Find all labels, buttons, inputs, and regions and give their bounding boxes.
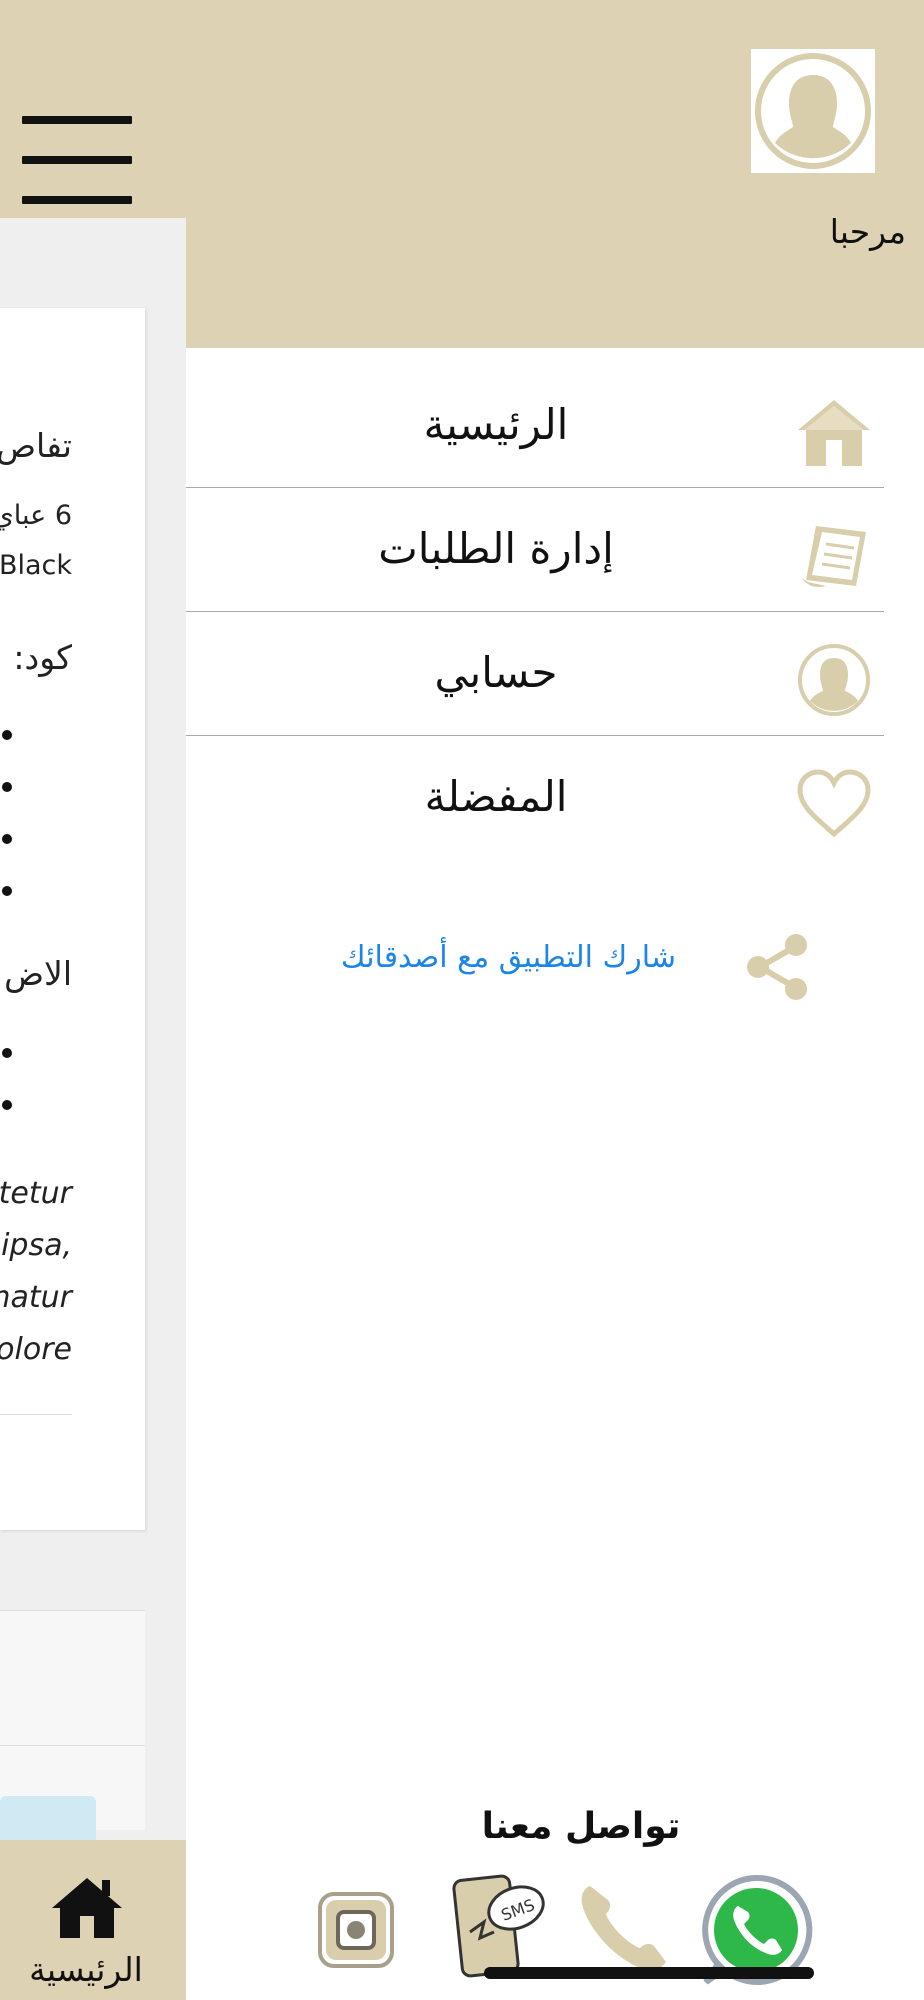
share-app-label[interactable]: شارك التطبيق مع أصدقائك bbox=[246, 940, 676, 975]
instagram-icon bbox=[318, 1892, 394, 1968]
list-bullet bbox=[2, 1048, 12, 1058]
background-header bbox=[0, 0, 186, 218]
account-icon bbox=[798, 644, 870, 716]
list-bullet bbox=[2, 886, 12, 896]
share-icon bbox=[747, 934, 807, 1000]
hamburger-menu-icon[interactable] bbox=[22, 112, 134, 212]
tab-home-label[interactable]: الرئيسية bbox=[0, 1950, 172, 1989]
avatar[interactable] bbox=[751, 49, 875, 173]
greeting-text: مرحبا bbox=[829, 212, 906, 251]
list-bullet bbox=[2, 730, 12, 740]
details-extras-label: الاض bbox=[4, 954, 72, 993]
background-page: تفاص 6 عباي Black كود: الاض tetur ipsa, … bbox=[0, 0, 186, 2000]
menu-item-favorites[interactable]: المفضلة bbox=[186, 736, 884, 860]
product-details-card: تفاص 6 عباي Black كود: الاض tetur ipsa, … bbox=[0, 308, 145, 1530]
menu-item-label: حسابي bbox=[434, 648, 558, 697]
drawer-header: مرحبا bbox=[186, 0, 924, 348]
instagram-button[interactable] bbox=[316, 1890, 396, 1974]
list-bullet bbox=[2, 782, 12, 792]
secondary-card bbox=[0, 1610, 145, 1856]
home-indicator bbox=[484, 1967, 814, 1979]
details-color: Black bbox=[0, 550, 72, 581]
side-drawer: مرحبا الرئيسية إدارة الطلبات حسابي المفض… bbox=[186, 0, 924, 2000]
description-line: natur bbox=[0, 1280, 72, 1315]
orders-icon bbox=[802, 526, 866, 587]
menu-item-orders[interactable]: إدارة الطلبات bbox=[186, 488, 884, 612]
contact-us-title: تواصل معنا bbox=[481, 1806, 681, 1847]
details-subtitle: 6 عباي bbox=[0, 500, 72, 531]
heart-icon bbox=[797, 769, 871, 838]
menu-item-label: الرئيسية bbox=[423, 400, 569, 449]
list-bullet bbox=[2, 834, 12, 844]
bottom-tab-bar: الرئيسية bbox=[0, 1840, 186, 2000]
home-icon bbox=[798, 400, 870, 466]
description-line: tetur bbox=[0, 1176, 72, 1211]
app-screen: تفاص 6 عباي Black كود: الاض tetur ipsa, … bbox=[0, 0, 924, 2000]
sms-icon: SMS bbox=[452, 1874, 545, 1978]
details-code-label: كود: bbox=[13, 638, 72, 677]
phone-icon bbox=[581, 1886, 666, 1971]
menu-item-label: إدارة الطلبات bbox=[378, 524, 614, 573]
menu-item-account[interactable]: حسابي bbox=[186, 612, 884, 736]
tab-home-icon[interactable] bbox=[50, 1876, 124, 1940]
share-app-link[interactable]: شارك التطبيق مع أصدقائك bbox=[186, 928, 924, 1000]
menu-item-label: المفضلة bbox=[424, 772, 568, 821]
details-title: تفاص bbox=[0, 426, 72, 465]
description-line: olore bbox=[0, 1332, 72, 1367]
user-avatar-icon bbox=[755, 53, 871, 169]
card-divider bbox=[0, 1745, 145, 1746]
description-line: ipsa, bbox=[1, 1228, 72, 1263]
card-divider bbox=[0, 1414, 72, 1415]
menu-item-home[interactable]: الرئيسية bbox=[186, 364, 884, 488]
list-bullet bbox=[2, 1100, 12, 1110]
